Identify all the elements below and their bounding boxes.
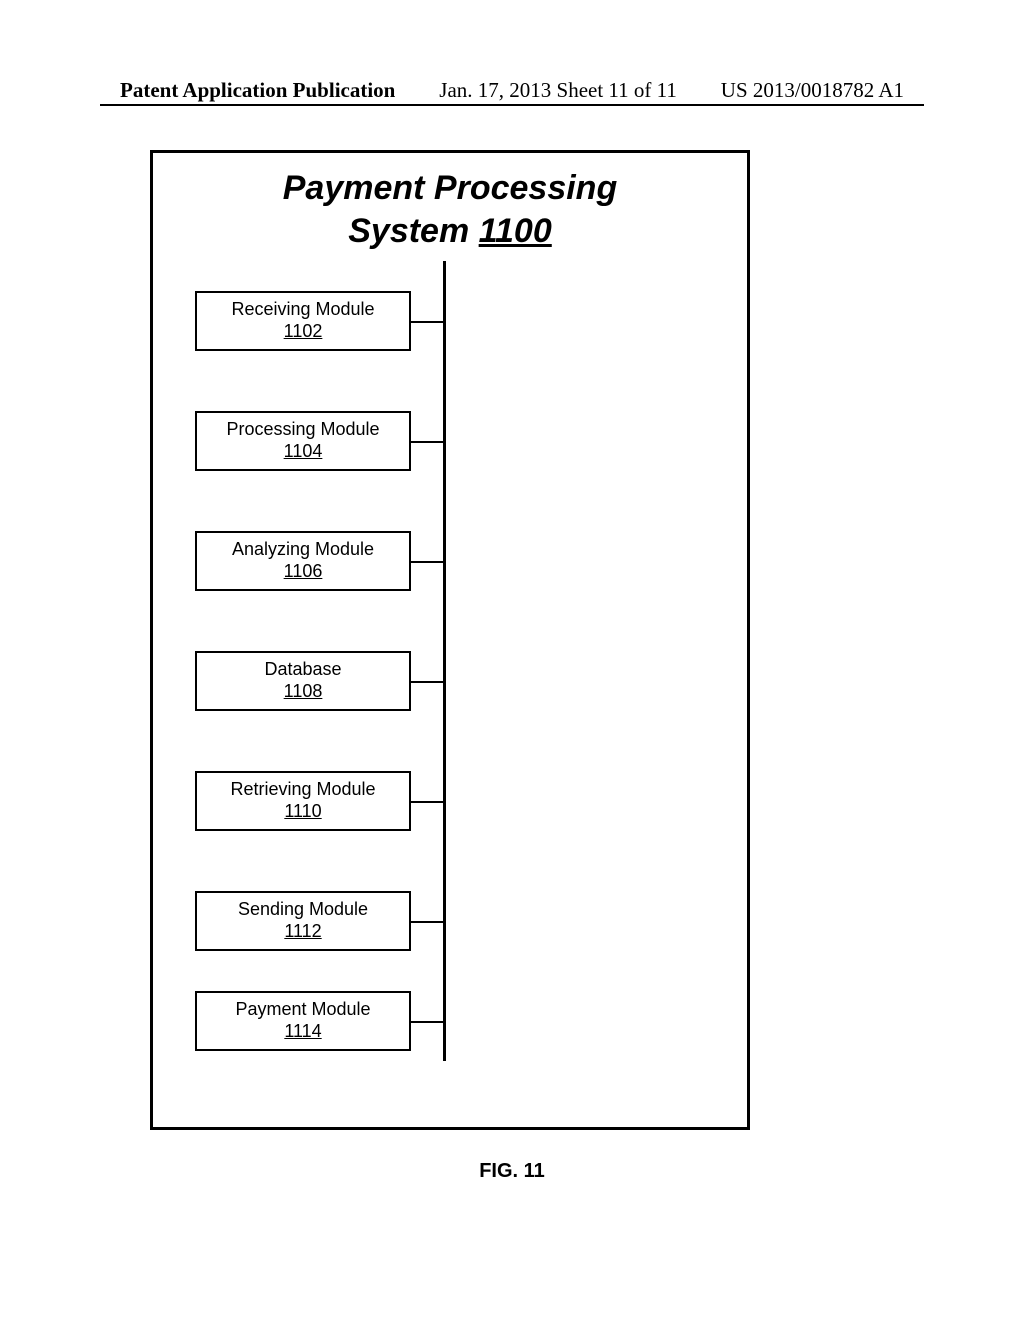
connector [411, 681, 445, 683]
bus-line [443, 261, 446, 1061]
module-label: Sending Module [238, 899, 368, 921]
module-payment: Payment Module 1114 [195, 991, 411, 1051]
module-ref: 1104 [284, 441, 323, 463]
connector [411, 1021, 445, 1023]
module-ref: 1112 [284, 921, 321, 943]
module-sending: Sending Module 1112 [195, 891, 411, 951]
connector [411, 561, 445, 563]
header-divider [100, 104, 924, 106]
diagram-title-line1: Payment Processing [153, 167, 747, 210]
module-ref: 1108 [284, 681, 323, 703]
module-ref: 1114 [284, 1021, 321, 1043]
diagram-title: Payment Processing System 1100 [153, 167, 747, 252]
system-diagram-frame: Payment Processing System 1100 Receiving… [150, 150, 750, 1130]
module-label: Processing Module [226, 419, 379, 441]
module-receiving: Receiving Module 1102 [195, 291, 411, 351]
module-label: Retrieving Module [230, 779, 375, 801]
header-publication: Patent Application Publication [120, 78, 395, 103]
module-ref: 1106 [284, 561, 323, 583]
module-ref: 1102 [284, 321, 323, 343]
diagram-title-prefix: System [348, 212, 478, 250]
diagram-title-ref: 1100 [479, 212, 552, 250]
module-label: Payment Module [235, 999, 370, 1021]
module-database: Database 1108 [195, 651, 411, 711]
figure-caption: FIG. 11 [0, 1160, 1024, 1183]
module-ref: 1110 [284, 801, 321, 823]
module-label: Analyzing Module [232, 539, 374, 561]
module-analyzing: Analyzing Module 1106 [195, 531, 411, 591]
connector [411, 441, 445, 443]
module-processing: Processing Module 1104 [195, 411, 411, 471]
connector [411, 801, 445, 803]
connector [411, 921, 445, 923]
module-retrieving: Retrieving Module 1110 [195, 771, 411, 831]
header-date-sheet: Jan. 17, 2013 Sheet 11 of 11 [439, 78, 677, 103]
connector [411, 321, 445, 323]
module-label: Receiving Module [231, 299, 374, 321]
header-patent-number: US 2013/0018782 A1 [721, 78, 904, 103]
diagram-title-line2: System 1100 [153, 210, 747, 253]
module-label: Database [264, 659, 341, 681]
